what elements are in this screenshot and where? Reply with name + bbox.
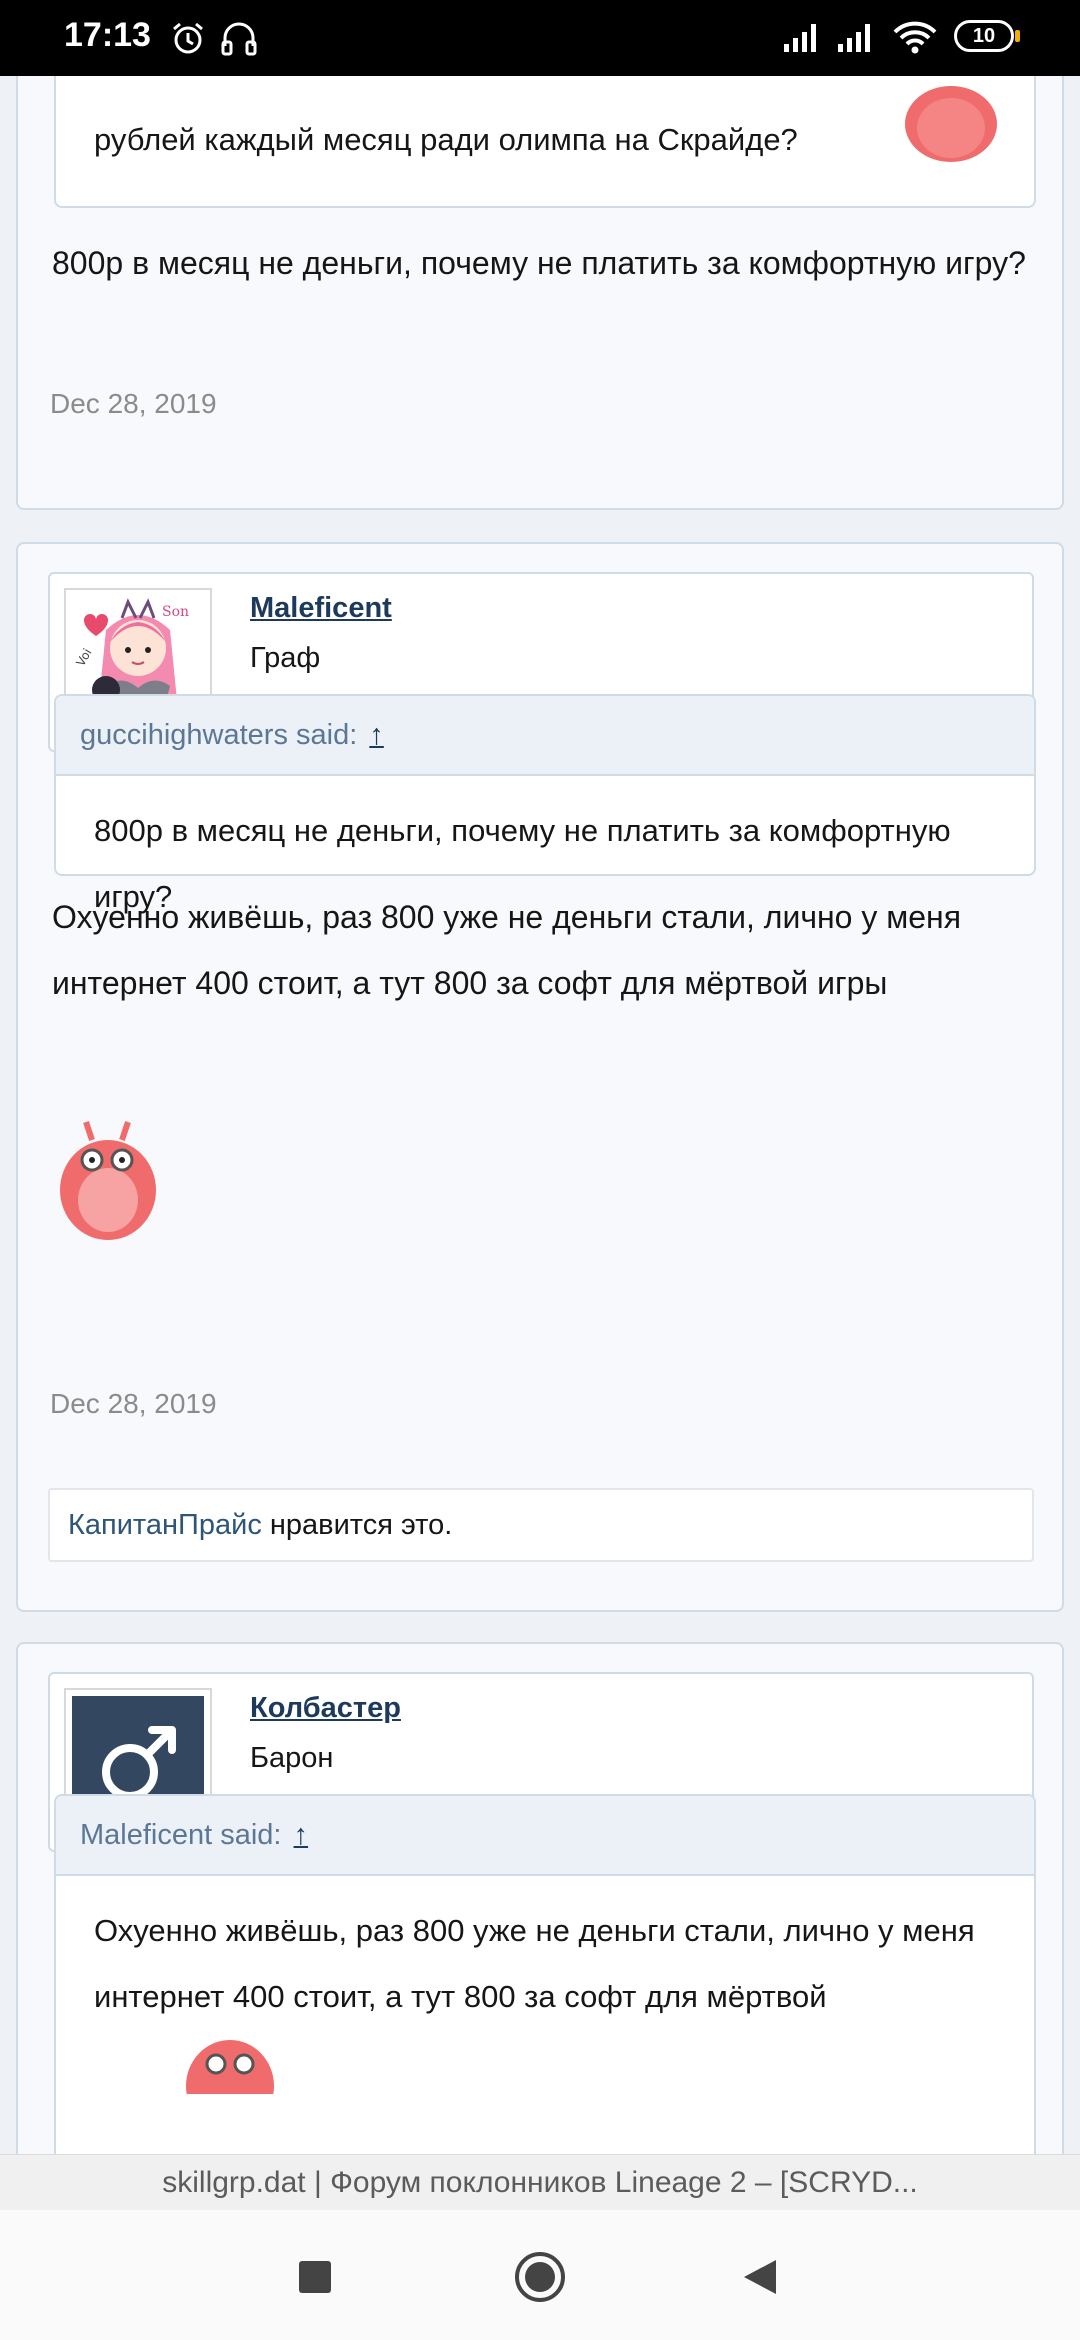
user-title: Граф [250, 642, 321, 674]
likes-text: нравится это. [261, 1509, 453, 1541]
post-message: 800р в месяц не деньги, почему не платит… [52, 245, 1026, 281]
liker-link[interactable]: КапитанПрайс [68, 1509, 262, 1541]
quote-author: guccihighwaters said: [80, 719, 358, 751]
quote-text: Охуенно живёшь, раз 800 уже не деньги ст… [94, 1913, 975, 2014]
signal-icon [836, 20, 878, 59]
quote-header: Maleficent said: ↑ [56, 1796, 1034, 1876]
status-bar: 17:13 10 [0, 0, 1080, 76]
username-link[interactable]: Maleficent [250, 592, 392, 625]
back-icon[interactable] [742, 2258, 778, 2301]
smiley-icon [56, 1114, 160, 1249]
post-2: Son Voi Maleficent Граф guccihighwaters … [16, 542, 1064, 1612]
svg-text:Son: Son [162, 604, 189, 620]
username-link[interactable]: Колбастер [250, 1692, 401, 1725]
post-message: Охуенно живёшь, раз 800 уже не деньги ст… [52, 899, 962, 1001]
smiley-icon [182, 2034, 278, 2132]
battery-level: 10 [972, 25, 996, 47]
navigation-bar [0, 2210, 1080, 2340]
status-time: 17:13 [64, 16, 151, 54]
headphones-icon [220, 20, 258, 61]
post-1: рублей каждый месяц ради олимпа на Скрай… [16, 76, 1064, 510]
quote-jump-link[interactable]: ↑ [294, 1819, 309, 1851]
quote-text: рублей каждый месяц ради олимпа на Скрай… [94, 122, 798, 157]
user-title: Барон [250, 1742, 334, 1774]
battery-tip [1015, 30, 1020, 42]
battery-icon: 10 [954, 20, 1014, 52]
quote-box: рублей каждый месяц ради олимпа на Скрай… [54, 76, 1036, 208]
wifi-icon [892, 20, 938, 61]
quote-box: guccihighwaters said: ↑ 800р в месяц не … [54, 694, 1036, 914]
alarm-icon [170, 20, 206, 61]
smiley-icon [902, 82, 1000, 171]
signal-icon [782, 20, 824, 59]
likes-bar: КапитанПрайс нравится это. [48, 1488, 1034, 1562]
post-3: Колбастер Барон Maleficent said: ↑ Охуен… [16, 1642, 1064, 2154]
post-date[interactable]: Dec 28, 2019 [50, 388, 217, 420]
recents-icon[interactable] [298, 2260, 332, 2299]
post-date[interactable]: Dec 28, 2019 [50, 1388, 217, 1420]
quote-author: Maleficent said: [80, 1819, 282, 1851]
quote-jump-link[interactable]: ↑ [369, 719, 384, 751]
thread-content: рублей каждый месяц ради олимпа на Скрай… [0, 76, 1080, 2154]
quote-box: Maleficent said: ↑ Охуенно живёшь, раз 8… [54, 1794, 1036, 2154]
page-title-bar: skillgrp.dat | Форум поклонников Lineage… [0, 2154, 1080, 2211]
home-icon[interactable] [513, 2250, 567, 2309]
quote-header: guccihighwaters said: ↑ [56, 696, 1034, 776]
